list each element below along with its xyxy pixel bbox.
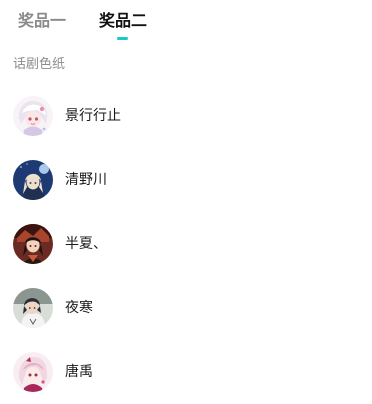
list-item[interactable]: 景行行止 [0,84,372,148]
anime-girl-white-hair-icon [13,96,53,136]
tab-prize-one[interactable]: 奖品一 [18,11,66,31]
avatar[interactable] [13,160,53,200]
avatar[interactable] [13,288,53,328]
avatar[interactable] [13,352,53,392]
prize-section-title: 话剧色纸 [13,57,66,72]
winner-name: 唐禹 [65,364,93,380]
anime-girl-pink-icon [13,352,53,392]
list-item[interactable]: 夜寒 [0,276,372,340]
active-tab-indicator [117,37,128,40]
list-item[interactable]: 唐禹 [0,340,372,404]
avatar[interactable] [13,96,53,136]
prize-tabs: 奖品一 奖品二 [0,0,372,44]
tab-prize-two[interactable]: 奖品二 [99,11,147,31]
winner-name: 夜寒 [65,300,93,316]
winner-name: 清野川 [65,172,107,188]
winner-name: 景行行止 [65,108,121,124]
winner-list: 景行行止 清野川 半夏、 夜寒 唐禹 [0,84,372,404]
list-item[interactable]: 清野川 [0,148,372,212]
winner-name: 半夏、 [65,236,107,252]
anime-boy-dark-hair-icon [13,288,53,328]
avatar[interactable] [13,224,53,264]
anime-character-dark-red-icon [13,224,53,264]
anime-character-blue-night-icon [13,160,53,200]
list-item[interactable]: 半夏、 [0,212,372,276]
